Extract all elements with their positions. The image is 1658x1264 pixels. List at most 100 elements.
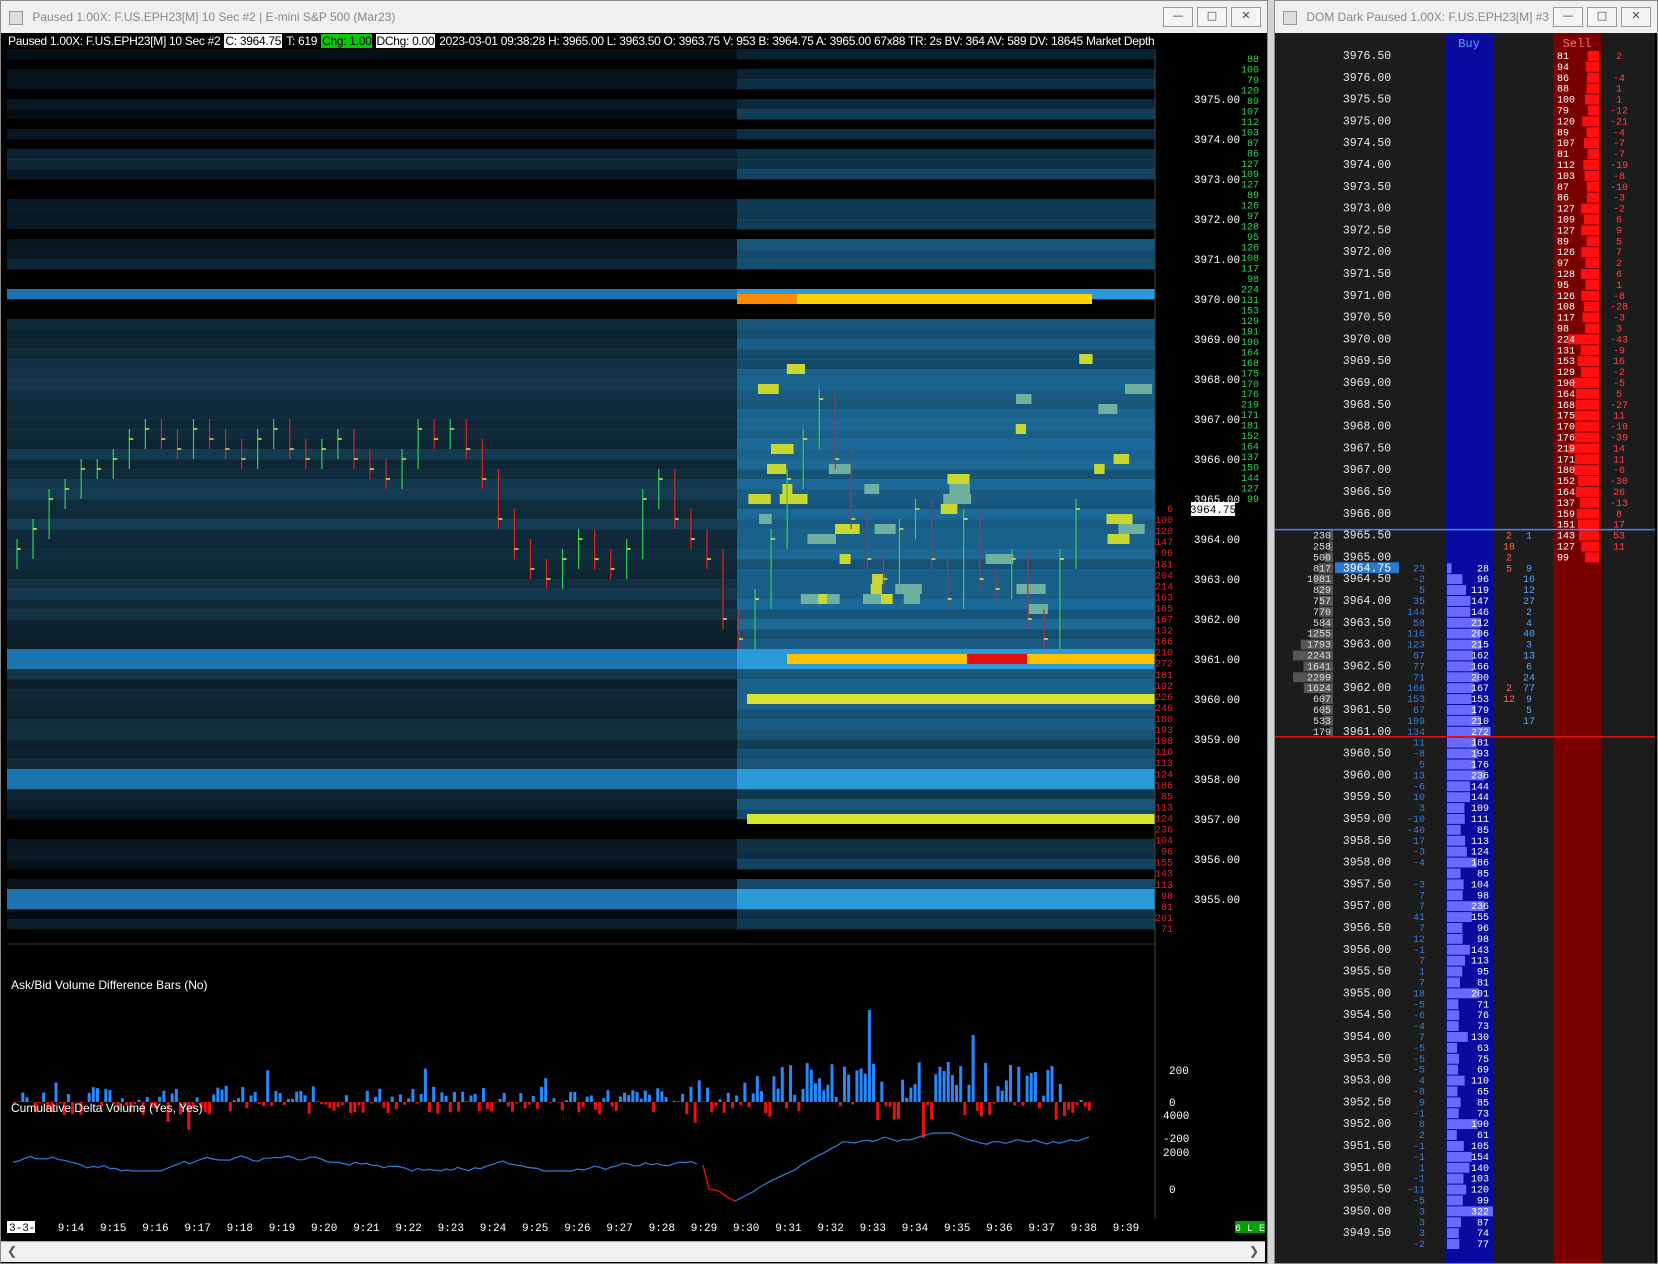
- heat-band: [737, 909, 1155, 919]
- heat-band: [737, 419, 1155, 429]
- minimize-button[interactable]: —: [1553, 7, 1583, 27]
- delta-bar: [822, 1090, 825, 1102]
- cdv-scale-label: 4000: [1163, 1111, 1189, 1123]
- dom-price-ladder[interactable]: BuySell3976.50812943976.0086-48813975.50…: [1275, 33, 1655, 1263]
- bid-diff: 13: [1413, 771, 1425, 782]
- delta-bar: [719, 1099, 722, 1102]
- recent-buy: 1: [1526, 532, 1532, 543]
- maximize-button[interactable]: □: [1197, 7, 1227, 27]
- sell-size: 86: [1557, 194, 1569, 205]
- delta-bar: [407, 1098, 410, 1102]
- bid-depth-value: 236: [1155, 826, 1173, 837]
- scroll-left-icon[interactable]: ❮: [7, 1244, 17, 1258]
- buy-size: 99: [1477, 1197, 1489, 1208]
- sell-depth-bar: [1587, 73, 1599, 83]
- delta-bar: [652, 1102, 655, 1112]
- heat-band: [737, 759, 1155, 769]
- market-depth-heatmap-chart[interactable]: 3975.003974.003973.003972.003971.003970.…: [7, 49, 1265, 1233]
- buy-depth-bar: [1447, 1228, 1459, 1238]
- delta-bar: [436, 1102, 439, 1114]
- ask-depth-value: 79: [1247, 76, 1259, 87]
- buy-depth-bar: [1447, 825, 1461, 835]
- horizontal-scrollbar[interactable]: ❮ ❯: [1, 1241, 1265, 1262]
- bid-depth-value: 163: [1155, 593, 1173, 604]
- buy-size: 28: [1477, 564, 1489, 575]
- heat-band: [7, 459, 737, 469]
- heat-band: [7, 719, 737, 729]
- delta-bar: [810, 1070, 813, 1102]
- buy-size: 155: [1471, 913, 1489, 924]
- heat-band: [737, 879, 1155, 889]
- bid-diff: 2: [1419, 1131, 1425, 1142]
- delta-bar: [731, 1102, 734, 1108]
- delta-bar: [938, 1067, 941, 1102]
- maximize-button[interactable]: □: [1587, 7, 1617, 27]
- dom-price: 3971.50: [1343, 268, 1391, 281]
- buy-depth-bar: [1447, 694, 1471, 704]
- bid-diff: 7: [1419, 902, 1425, 913]
- heat-band: [737, 889, 1155, 899]
- scroll-right-icon[interactable]: ❯: [1249, 1244, 1259, 1258]
- ask-depth-value: 97: [1247, 212, 1259, 223]
- buy-size: 153: [1471, 695, 1489, 706]
- delta-bar: [997, 1086, 1000, 1102]
- close-button[interactable]: ✕: [1231, 7, 1261, 27]
- buy-size: 146: [1471, 608, 1489, 619]
- buy-size: 75: [1477, 1055, 1489, 1066]
- heat-hot-level: [737, 294, 797, 304]
- delta-bar: [789, 1065, 792, 1102]
- status-badge: 6 L E: [1235, 1224, 1265, 1233]
- dom-window-title: DOM Dark Paused 1.00X: F.US.EPH23[M] #3 …: [1306, 10, 1562, 24]
- delta-bar: [1055, 1102, 1058, 1120]
- buy-depth-bar: [1447, 814, 1465, 824]
- sell-diff: 7: [1616, 248, 1622, 259]
- buy-depth-bar: [1447, 879, 1464, 889]
- dom-price: 3972.00: [1343, 246, 1391, 259]
- buy-size: 236: [1471, 771, 1489, 782]
- sell-diff: 9: [1616, 226, 1622, 237]
- delta-bar: [440, 1092, 443, 1102]
- sell-diff: -10: [1610, 423, 1628, 434]
- sell-size: 219: [1557, 444, 1575, 455]
- dom-price: 3949.50: [1343, 1227, 1391, 1240]
- delta-bar: [424, 1068, 427, 1102]
- sell-diff: -43: [1610, 335, 1628, 346]
- heat-band: [737, 439, 1155, 449]
- dom-titlebar[interactable]: DOM Dark Paused 1.00X: F.US.EPH23[M] #3 …: [1275, 1, 1657, 33]
- delta-bar: [984, 1063, 987, 1102]
- bid-diff: 67: [1413, 652, 1425, 663]
- ask-depth-value: 171: [1241, 411, 1259, 422]
- delta-bar: [561, 1102, 564, 1110]
- heat-band: [737, 429, 1155, 439]
- volume-at-price: 605: [1313, 706, 1331, 717]
- delta-bar: [523, 1102, 526, 1108]
- delta-bar: [656, 1088, 659, 1102]
- bid-diff: 5: [1419, 586, 1425, 597]
- dom-price: 3965.50: [1343, 530, 1391, 543]
- buy-depth-bar: [1447, 945, 1470, 955]
- buy-depth-bar: [1447, 978, 1460, 988]
- sell-depth-bar: [1586, 280, 1599, 290]
- delta-bar: [598, 1102, 601, 1114]
- price-axis-label: 3974.00: [1194, 135, 1240, 147]
- bid-diff: 4: [1419, 1077, 1425, 1088]
- heat-band: [737, 549, 1155, 559]
- minimize-button[interactable]: —: [1163, 7, 1193, 27]
- heat-hot-cell: [904, 594, 920, 604]
- current-price-label: 3964.75: [1190, 505, 1236, 517]
- delta-bar: [557, 1102, 560, 1103]
- buy-size: 109: [1471, 804, 1489, 815]
- delta-bar: [743, 1083, 746, 1102]
- volume-at-price: 770: [1313, 608, 1331, 619]
- dom-price: 3959.50: [1343, 791, 1391, 804]
- buy-depth-bar: [1447, 1108, 1459, 1118]
- time-axis-label: 9:19: [269, 1223, 295, 1233]
- delta-bar: [382, 1102, 385, 1108]
- heat-hot-cell: [1029, 604, 1048, 614]
- buy-depth-bar: [1447, 1087, 1457, 1097]
- close-button[interactable]: ✕: [1621, 7, 1651, 27]
- chart-titlebar[interactable]: Paused 1.00X: F.US.EPH23[M] 10 Sec #2 | …: [1, 1, 1267, 33]
- delta-scale-label: 200: [1169, 1066, 1189, 1078]
- heat-band: [7, 889, 737, 899]
- dom-price: 3952.50: [1343, 1096, 1391, 1109]
